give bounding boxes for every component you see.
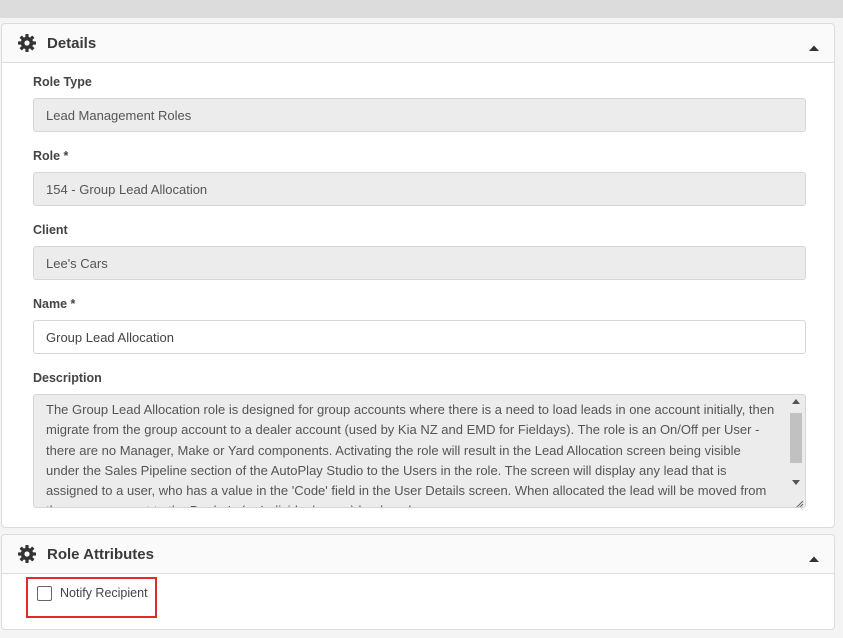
top-bar (0, 0, 843, 18)
gear-icon (17, 33, 37, 53)
description-textarea[interactable]: The Group Lead Allocation role is design… (33, 394, 806, 508)
role-attributes-panel-header[interactable]: Role Attributes (2, 535, 834, 574)
caret-up-icon[interactable] (808, 39, 820, 51)
details-panel: Details Role Type Lead Management Roles … (1, 23, 835, 528)
scroll-thumb[interactable] (790, 413, 802, 463)
role-label: Role * (33, 149, 69, 163)
name-label: Name * (33, 297, 76, 311)
scroll-down-icon[interactable] (792, 480, 800, 485)
description-text: The Group Lead Allocation role is design… (46, 402, 775, 507)
details-title: Details (47, 34, 97, 52)
role-type-field: Lead Management Roles (33, 98, 806, 132)
description-scrollbar[interactable] (789, 397, 803, 497)
name-input[interactable]: Group Lead Allocation (33, 320, 806, 354)
description-label: Description (33, 371, 102, 385)
details-panel-header[interactable]: Details (2, 24, 834, 63)
scroll-up-icon[interactable] (792, 399, 800, 404)
resize-handle-icon[interactable] (794, 496, 804, 507)
role-type-label: Role Type (33, 75, 92, 89)
notify-recipient-label[interactable]: Notify Recipient (60, 586, 148, 600)
role-field: 154 - Group Lead Allocation (33, 172, 806, 206)
role-attributes-title: Role Attributes (47, 545, 154, 563)
gear-icon (17, 544, 37, 564)
client-label: Client (33, 223, 68, 237)
client-field: Lee's Cars (33, 246, 806, 280)
notify-recipient-checkbox[interactable] (37, 586, 52, 601)
caret-up-icon[interactable] (808, 550, 820, 562)
